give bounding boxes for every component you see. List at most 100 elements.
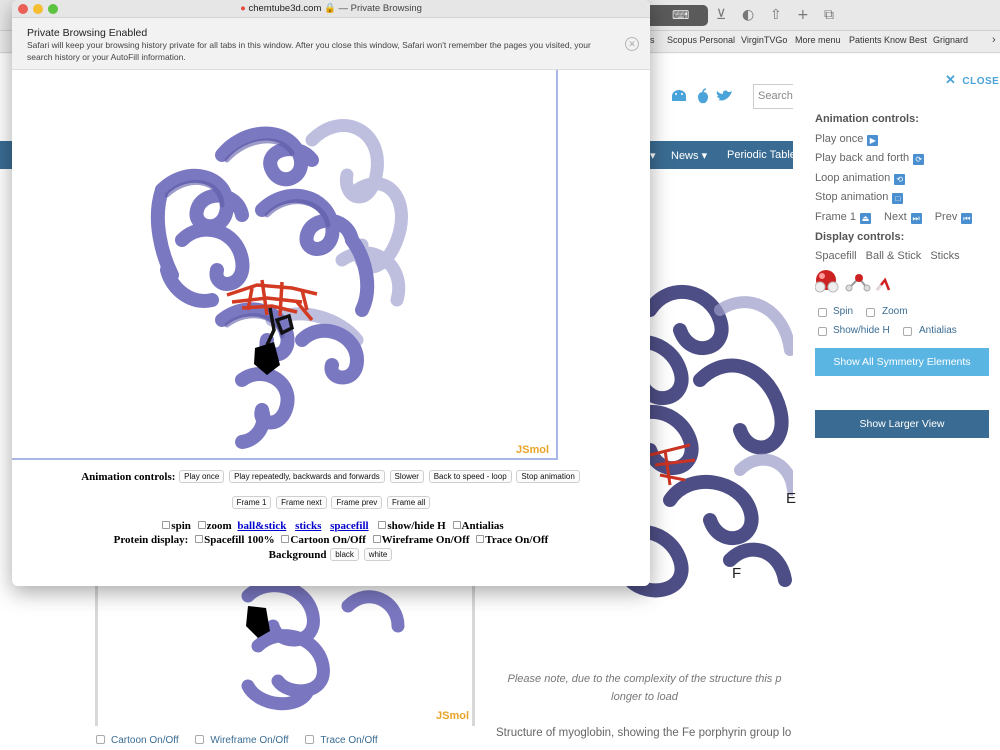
shield-icon[interactable]: ◐ bbox=[742, 7, 754, 23]
play-once-label: Play once bbox=[815, 133, 864, 145]
trace-checkbox-fg[interactable] bbox=[476, 535, 485, 543]
frame-next-button[interactable]: Frame next bbox=[276, 496, 327, 509]
style-spacefill[interactable]: Spacefill bbox=[815, 250, 857, 262]
zoom-checkbox-fg[interactable] bbox=[197, 521, 206, 529]
trace-label-fg: Trace On/Off bbox=[485, 534, 549, 546]
background-white-button[interactable]: white bbox=[363, 548, 393, 561]
android-apple-twitter-icons[interactable] bbox=[670, 88, 740, 104]
tabs-overview-icon[interactable]: ⧉ bbox=[824, 7, 834, 23]
first-frame-icon[interactable]: ⏏ bbox=[859, 213, 871, 224]
search-input[interactable]: Search bbox=[753, 84, 793, 109]
play-icon[interactable]: ▶ bbox=[867, 135, 879, 146]
bookmark-item[interactable]: VirginTVGo bbox=[741, 35, 787, 45]
spacefill-link[interactable]: spacefill bbox=[330, 520, 369, 532]
show-symmetry-button[interactable]: Show All Symmetry Elements bbox=[815, 348, 989, 376]
cartoon-checkbox[interactable] bbox=[96, 735, 105, 744]
style-ball-stick[interactable]: Ball & Stick bbox=[866, 250, 922, 262]
jsmol-viewer[interactable] bbox=[12, 70, 558, 460]
bookmark-item[interactable]: s bbox=[650, 35, 655, 45]
banner-title: Private Browsing Enabled bbox=[27, 27, 148, 39]
background-black-button[interactable]: black bbox=[330, 548, 359, 561]
spacefill-100-checkbox[interactable] bbox=[195, 535, 204, 543]
banner-close-icon[interactable]: ✕ bbox=[625, 37, 639, 51]
wireframe-checkbox-fg[interactable] bbox=[372, 535, 381, 543]
animation-controls-row: Animation controls: Play once Play repea… bbox=[12, 470, 650, 483]
bookmark-item[interactable]: More menu bbox=[795, 35, 841, 45]
loop-control[interactable]: Loop animation ⟲ bbox=[815, 172, 906, 185]
frame-all-button[interactable]: Frame all bbox=[387, 496, 431, 509]
background-small-viewer[interactable] bbox=[95, 586, 475, 726]
zoom-label[interactable]: Zoom bbox=[882, 306, 908, 317]
next-label[interactable]: Next bbox=[884, 211, 907, 223]
style-options: Spacefill Ball & Stick Sticks bbox=[815, 250, 960, 262]
prev-label[interactable]: Prev bbox=[935, 211, 958, 223]
new-tab-icon[interactable]: + bbox=[797, 7, 809, 23]
spin-checkbox-fg[interactable] bbox=[162, 521, 171, 529]
loop-icon[interactable]: ⟲ bbox=[894, 174, 906, 185]
ball-stick-link[interactable]: ball&stick bbox=[237, 520, 286, 532]
back-to-speed-button[interactable]: Back to speed - loop bbox=[428, 470, 512, 483]
slower-button[interactable]: Slower bbox=[389, 470, 424, 483]
prev-frame-icon[interactable]: ⏮ bbox=[961, 213, 973, 224]
frame1-label[interactable]: Frame 1 bbox=[815, 211, 856, 223]
close-button[interactable]: ✕ CLOSE bbox=[945, 72, 999, 88]
style-preview-icons[interactable] bbox=[814, 268, 895, 296]
frame-controls: Frame 1 ⏏ Next ⏭ Prev ⏮ bbox=[815, 211, 973, 224]
structure-caption: Structure of myoglobin, showing the Fe p… bbox=[496, 727, 793, 739]
loading-note: Please note, due to the complexity of th… bbox=[507, 673, 782, 703]
address-bar-tail[interactable]: ⌨ bbox=[650, 5, 708, 26]
banner-text: Safari will keep your browsing history p… bbox=[27, 40, 591, 62]
play-once-control[interactable]: Play once ▶ bbox=[815, 133, 879, 146]
nav-item-news[interactable]: News ▾ bbox=[671, 149, 707, 162]
sticks-link[interactable]: sticks bbox=[295, 520, 321, 532]
nav-item-periodic-table[interactable]: Periodic Table bbox=[727, 149, 796, 161]
style-sticks[interactable]: Sticks bbox=[930, 250, 959, 262]
download-icon[interactable]: ⊻ bbox=[716, 7, 726, 23]
next-frame-icon[interactable]: ⏭ bbox=[910, 213, 922, 224]
share-icon[interactable]: ⇧ bbox=[770, 7, 782, 23]
window-titlebar[interactable]: ● chemtube3d.com 🔒 — Private Browsing bbox=[12, 0, 650, 18]
trace-checkbox[interactable] bbox=[305, 735, 315, 744]
cartoon-toggle-label[interactable]: Cartoon On/Off bbox=[111, 735, 179, 746]
antialias-label[interactable]: Antialias bbox=[919, 325, 957, 336]
show-hide-h-label[interactable]: Show/hide H bbox=[833, 325, 890, 336]
stop-label: Stop animation bbox=[815, 191, 889, 203]
play-once-button[interactable]: Play once bbox=[179, 470, 225, 483]
trace-toggle-label[interactable]: Trace On/Off bbox=[320, 735, 377, 746]
show-hide-h-checkbox-fg[interactable] bbox=[378, 521, 387, 529]
stop-animation-button[interactable]: Stop animation bbox=[516, 470, 580, 483]
social-icons bbox=[670, 88, 740, 107]
close-icon: ✕ bbox=[945, 72, 957, 87]
chevron-right-icon[interactable]: › bbox=[992, 34, 996, 46]
animation-controls-heading: Animation controls: bbox=[815, 113, 919, 125]
bookmark-item[interactable]: Patients Know Best bbox=[849, 35, 927, 45]
nav-caret-icon[interactable]: ▾ bbox=[650, 149, 656, 162]
cartoon-checkbox-fg[interactable] bbox=[281, 535, 290, 543]
spin-label[interactable]: Spin bbox=[833, 306, 853, 317]
bookmark-item[interactable]: Scopus Personal bbox=[667, 35, 735, 45]
cartoon-label-fg: Cartoon On/Off bbox=[290, 534, 366, 546]
play-repeatedly-button[interactable]: Play repeatedly, backwards and forwards bbox=[229, 470, 385, 483]
helix-label-f: F bbox=[732, 565, 742, 582]
spin-checkbox[interactable] bbox=[818, 308, 827, 317]
show-hide-h-checkbox[interactable] bbox=[818, 327, 827, 336]
antialias-checkbox[interactable] bbox=[903, 327, 912, 336]
wireframe-checkbox[interactable] bbox=[195, 735, 205, 744]
screen: ⌨ ⊻ ◐ ⇧ + ⧉ s Scopus Personal VirginTVGo… bbox=[0, 0, 1000, 750]
stop-control[interactable]: Stop animation □ bbox=[815, 191, 904, 204]
wireframe-toggle-label[interactable]: Wireframe On/Off bbox=[210, 735, 288, 746]
stop-icon[interactable]: □ bbox=[892, 193, 904, 204]
bookmark-item[interactable]: Grignard bbox=[933, 35, 968, 45]
repeat-icon[interactable]: ⟳ bbox=[913, 154, 925, 165]
antialias-checkbox-fg[interactable] bbox=[452, 521, 461, 529]
show-larger-view-button[interactable]: Show Larger View bbox=[815, 410, 989, 438]
frame-prev-button[interactable]: Frame prev bbox=[331, 496, 383, 509]
zoom-checkbox[interactable] bbox=[866, 308, 875, 317]
play-back-forth-control[interactable]: Play back and forth ⟳ bbox=[815, 152, 925, 165]
zoom-label-fg: zoom bbox=[206, 520, 232, 532]
frame-1-button[interactable]: Frame 1 bbox=[231, 496, 272, 509]
reader-icon[interactable]: ⌨ bbox=[672, 8, 689, 22]
private-mode-label: — Private Browsing bbox=[338, 3, 422, 14]
display-controls-heading: Display controls: bbox=[815, 231, 905, 243]
close-label: CLOSE bbox=[962, 76, 1000, 87]
